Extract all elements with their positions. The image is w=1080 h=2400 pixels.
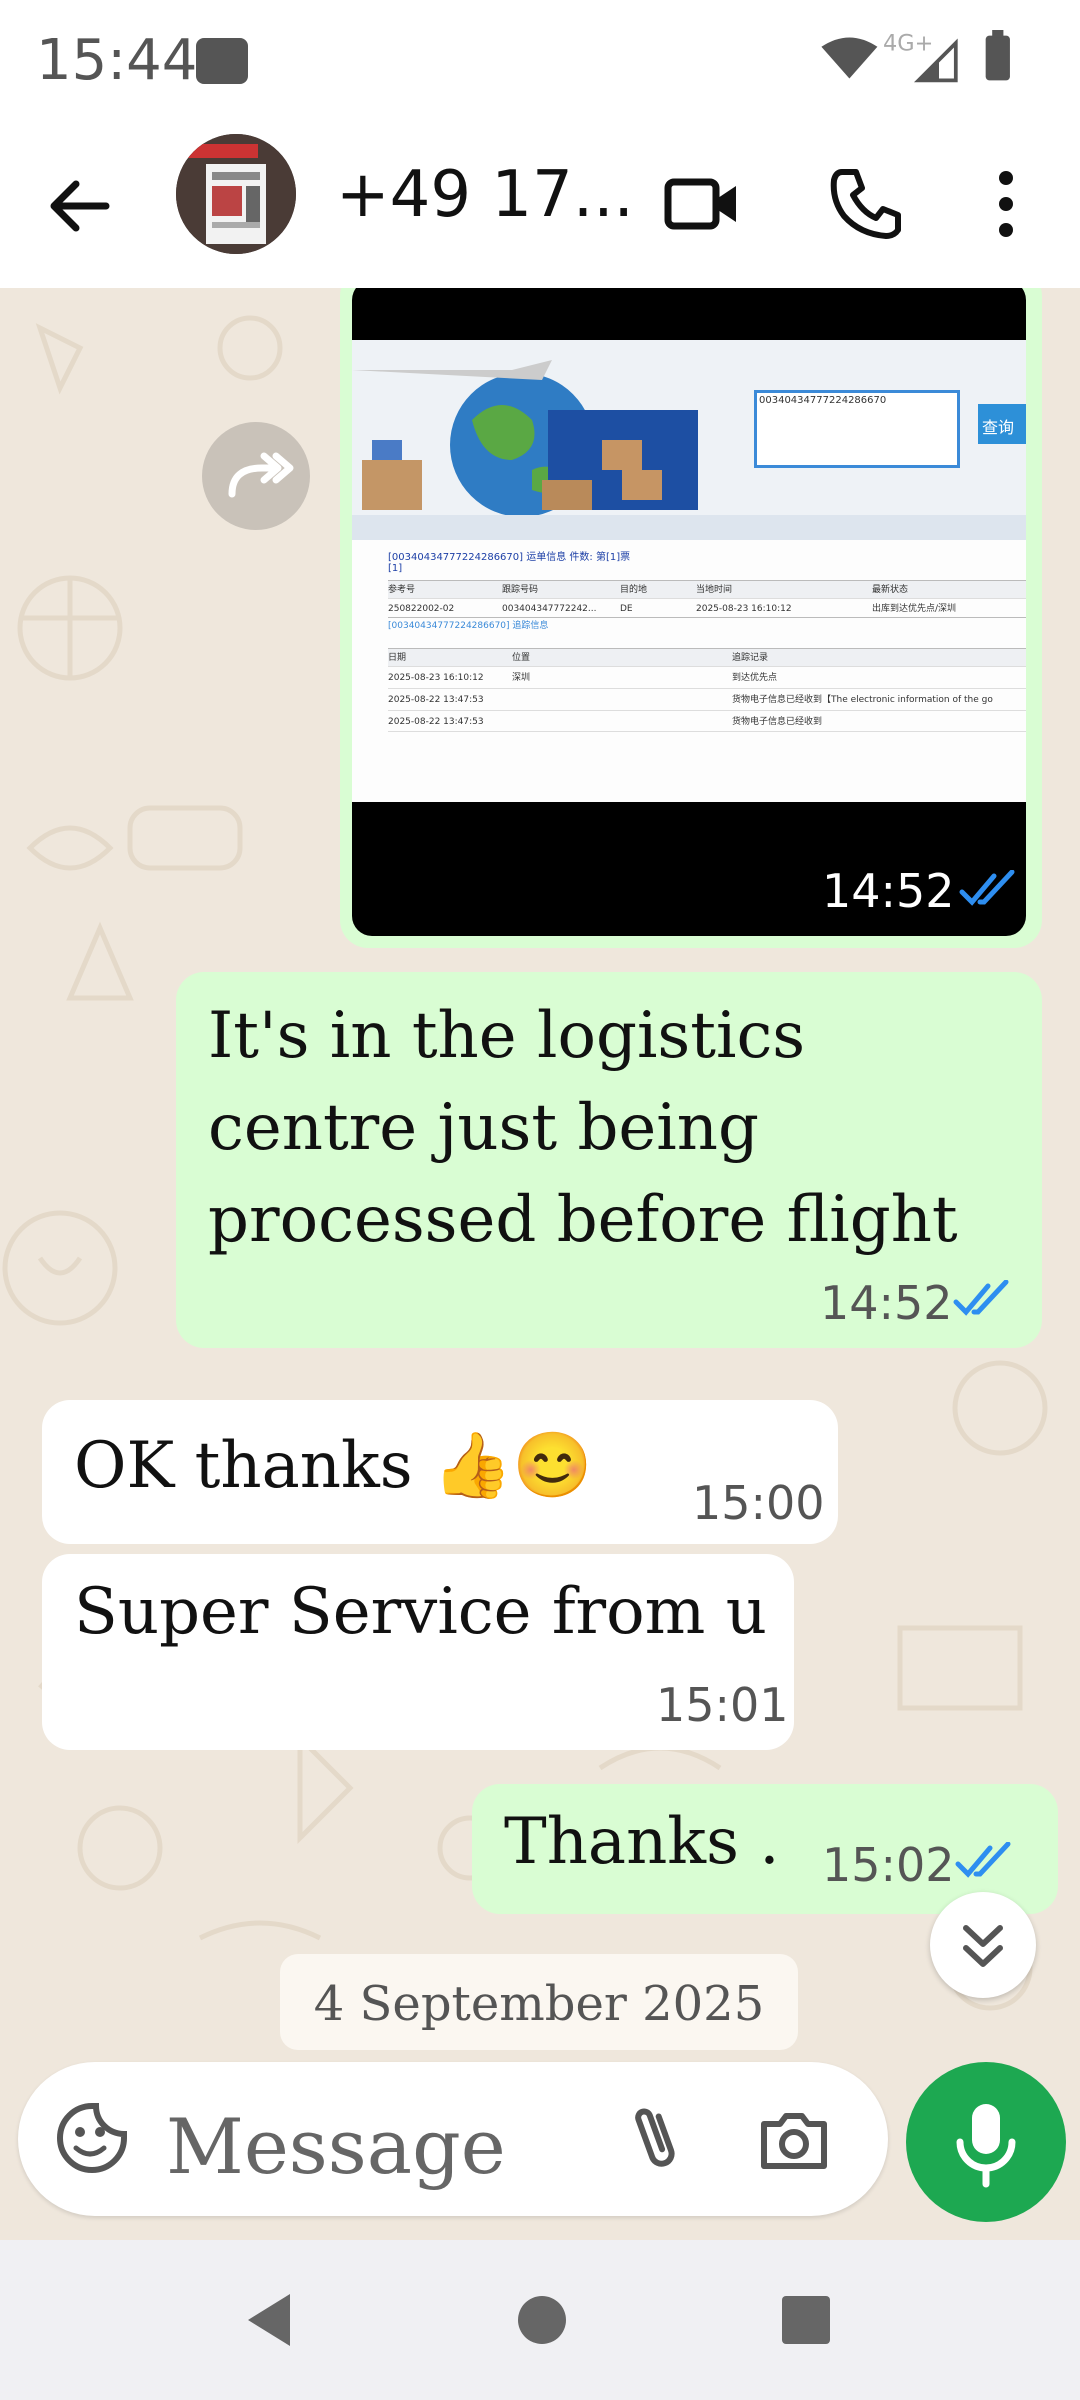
message-time: 14:52 bbox=[820, 1276, 953, 1330]
forward-icon bbox=[228, 452, 294, 498]
read-ticks-icon bbox=[959, 870, 1015, 906]
table-cell: 003404347772242... bbox=[502, 604, 597, 614]
status-icons: 4G+ bbox=[821, 30, 1010, 83]
trace-title: [00340434777224286670] 追踪信息 bbox=[388, 621, 549, 631]
table-header: 当地时间 bbox=[696, 585, 733, 595]
table-row: 250822002-02 003404347772242... DE 2025-… bbox=[388, 598, 1026, 618]
tracking-screenshot: 00340434777224286670 查询 [003404347772242… bbox=[352, 340, 1026, 802]
scroll-to-bottom-button[interactable] bbox=[930, 1892, 1036, 1998]
date-divider-text: 4 September 2025 bbox=[313, 1976, 765, 2032]
table-header: 参考号 bbox=[388, 585, 416, 595]
chat-header: +49 17... bbox=[0, 120, 1080, 288]
notification-icon bbox=[196, 38, 248, 84]
table-row: 2025-08-22 13:47:53 货物电子信息已经收到【The elect… bbox=[388, 688, 1026, 710]
message-text: It's in the logistics centre just being … bbox=[208, 990, 958, 1266]
image-message[interactable]: 00340434777224286670 查询 [003404347772242… bbox=[340, 288, 1042, 948]
table-header: 位置 bbox=[512, 653, 531, 663]
system-navigation-bar bbox=[0, 2240, 1080, 2400]
forward-button[interactable] bbox=[202, 422, 310, 530]
table-cell: 250822002-02 bbox=[388, 604, 455, 614]
table-header: 目的地 bbox=[620, 585, 648, 595]
contact-title[interactable]: +49 17... bbox=[336, 158, 634, 232]
table-cell: 出库到达优先点/深圳 bbox=[872, 604, 957, 614]
message-bubble-incoming[interactable]: OK thanks 👍😊 15:00 bbox=[42, 1400, 838, 1544]
double-chevron-down-icon bbox=[963, 1925, 1003, 1967]
message-time: 14:52 bbox=[822, 864, 955, 918]
nav-recents-icon[interactable] bbox=[776, 2290, 836, 2350]
message-line: centre just being bbox=[208, 1091, 759, 1165]
tracking-header-line2: [1] bbox=[388, 563, 403, 574]
message-text: Super Service from u bbox=[74, 1575, 767, 1649]
message-composer: Message bbox=[18, 2062, 888, 2216]
table-cell bbox=[512, 711, 732, 731]
message-input[interactable]: Message bbox=[166, 2102, 506, 2191]
tracking-query-button: 查询 bbox=[978, 404, 1026, 444]
camera-icon[interactable] bbox=[754, 2100, 834, 2180]
message-text: Thanks . bbox=[504, 1805, 780, 1879]
wifi-icon bbox=[821, 37, 878, 79]
table-cell bbox=[512, 689, 732, 710]
back-arrow-icon[interactable] bbox=[40, 166, 120, 246]
tracking-query-label: 查询 bbox=[982, 418, 1015, 437]
message-bubble-outgoing[interactable]: It's in the logistics centre just being … bbox=[176, 972, 1042, 1348]
nav-home-icon[interactable] bbox=[510, 2288, 574, 2352]
table-cell: 2025-08-22 13:47:53 bbox=[388, 695, 484, 705]
read-ticks-icon bbox=[955, 1842, 1011, 1878]
table-cell: 深圳 bbox=[512, 673, 531, 683]
attach-icon[interactable] bbox=[618, 2098, 698, 2178]
table-cell: 2025-08-22 13:47:53 bbox=[388, 717, 484, 727]
table-header: 最新状态 bbox=[872, 585, 909, 595]
battery-icon bbox=[985, 35, 1010, 81]
message-time: 15:02 bbox=[822, 1838, 955, 1892]
table-header: 日期 bbox=[388, 653, 407, 663]
status-bar: 15:44 4G+ bbox=[0, 0, 1080, 120]
status-time: 15:44 bbox=[36, 28, 198, 93]
table-cell: 2025-08-23 16:10:12 bbox=[388, 673, 484, 683]
tracking-search-input: 00340434777224286670 bbox=[754, 390, 960, 468]
message-line: It's in the logistics bbox=[208, 999, 806, 1073]
more-vert-icon[interactable] bbox=[966, 164, 1046, 244]
message-time: 15:01 bbox=[656, 1678, 789, 1732]
table-cell: 货物电子信息已经收到 bbox=[732, 717, 823, 727]
tracking-input-value: 00340434777224286670 bbox=[759, 395, 887, 406]
avatar[interactable] bbox=[176, 134, 296, 254]
tracking-summary-table: 参考号 跟踪号码 目的地 当地时间 最新状态 250822002-02 0034… bbox=[388, 580, 1026, 732]
phone-icon[interactable] bbox=[826, 164, 906, 244]
table-header: 跟踪号码 bbox=[502, 585, 539, 595]
date-divider: 4 September 2025 bbox=[280, 1954, 798, 2050]
read-ticks-icon bbox=[953, 1280, 1009, 1316]
video-call-icon[interactable] bbox=[662, 164, 742, 244]
mic-icon bbox=[956, 2104, 1016, 2188]
chat-area[interactable]: 00340434777224286670 查询 [003404347772242… bbox=[0, 288, 1080, 2060]
message-time: 15:00 bbox=[692, 1476, 825, 1530]
table-cell: 到达优先点 bbox=[732, 673, 778, 683]
voice-message-button[interactable] bbox=[906, 2062, 1066, 2222]
image-thumbnail[interactable]: 00340434777224286670 查询 [003404347772242… bbox=[352, 288, 1026, 936]
table-row: 2025-08-23 16:10:12 深圳 到达优先点 bbox=[388, 666, 1026, 688]
table-row: 2025-08-22 13:47:53 货物电子信息已经收到 bbox=[388, 710, 1026, 732]
network-type: 4G+ bbox=[883, 31, 933, 57]
message-bubble-incoming[interactable]: Super Service from u 15:01 bbox=[42, 1554, 794, 1750]
message-text: OK thanks 👍😊 bbox=[74, 1429, 593, 1503]
table-header: 追踪记录 bbox=[732, 653, 769, 663]
table-cell: DE bbox=[620, 604, 633, 614]
nav-back-icon[interactable] bbox=[240, 2288, 300, 2352]
table-cell: 货物电子信息已经收到【The electronic information of… bbox=[732, 695, 993, 705]
sticker-icon[interactable] bbox=[52, 2098, 132, 2178]
table-cell: 2025-08-23 16:10:12 bbox=[696, 604, 792, 614]
tracking-header-line: [00340434777224286670] 运单信息 件数: 第[1]票 bbox=[388, 552, 631, 563]
message-line: processed before flight bbox=[208, 1183, 958, 1257]
